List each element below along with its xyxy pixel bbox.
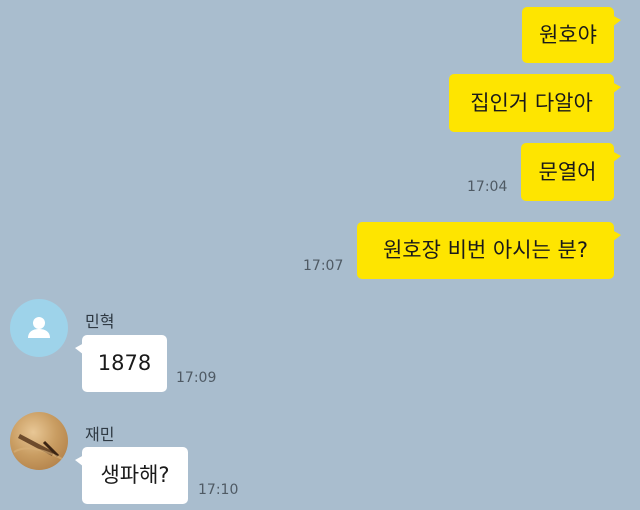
avatar-minhyuk[interactable] bbox=[10, 299, 68, 357]
message-timestamp: 17:09 bbox=[176, 370, 217, 386]
message-text: 원호야 bbox=[539, 22, 597, 47]
message-timestamp: 17:04 bbox=[467, 179, 508, 195]
message-text: 문열어 bbox=[538, 159, 597, 184]
chat-bubble-outgoing[interactable]: 원호장 비번 아시는 분? bbox=[357, 222, 621, 279]
sender-name: 민혁 bbox=[85, 312, 115, 331]
default-person-icon bbox=[28, 317, 50, 338]
message-text: 집인거 다알아 bbox=[470, 90, 593, 115]
chat-bubble-incoming[interactable]: 생파해? bbox=[75, 447, 188, 504]
message-text: 1878 bbox=[97, 351, 152, 375]
chat-bubble-outgoing[interactable]: 집인거 다알아 bbox=[449, 74, 621, 132]
message-timestamp: 17:07 bbox=[303, 258, 344, 274]
message-timestamp: 17:10 bbox=[198, 482, 239, 498]
message-text: 원호장 비번 아시는 분? bbox=[382, 238, 589, 262]
profile-photo bbox=[13, 434, 65, 461]
sender-name: 재민 bbox=[85, 425, 115, 444]
avatar-jaemin[interactable] bbox=[10, 412, 68, 470]
message-text: 생파해? bbox=[100, 463, 170, 487]
chat-bubble-outgoing[interactable]: 원호야 bbox=[522, 7, 621, 63]
chat-bubble-outgoing[interactable]: 문열어 bbox=[521, 143, 621, 201]
chat-bubble-incoming[interactable]: 1878 bbox=[75, 335, 167, 392]
